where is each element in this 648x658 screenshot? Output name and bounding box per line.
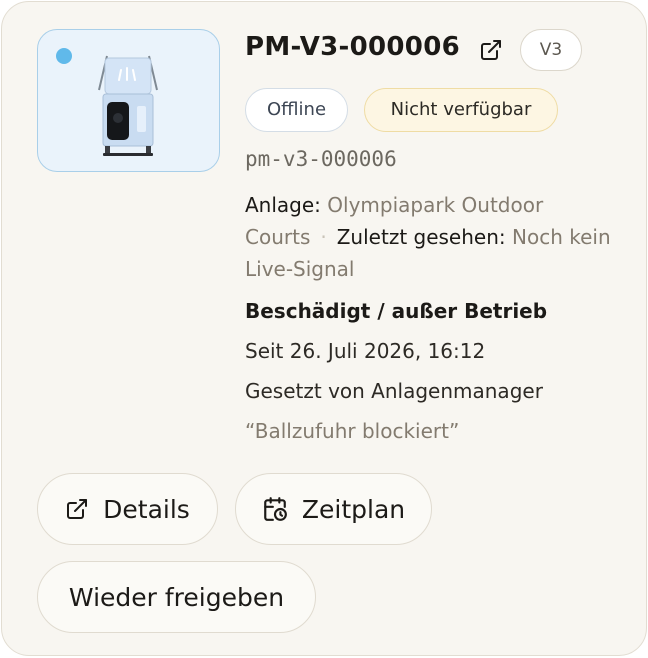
version-chip: V3 [520, 29, 582, 71]
device-thumbnail [37, 29, 220, 172]
details-button[interactable]: Details [37, 473, 218, 545]
device-id-title: PM-V3-000006 [245, 32, 460, 62]
schedule-button[interactable]: Zeitplan [235, 473, 432, 545]
availability-badge: Nicht verfügbar [364, 88, 558, 132]
last-seen-label: Zuletzt gesehen: [336, 225, 506, 249]
device-slug: pm-v3-000006 [245, 147, 397, 171]
status-note: “Ballzufuhr blockiert” [245, 419, 460, 443]
release-button-label: Wieder freigeben [68, 582, 285, 612]
connection-badge: Offline [245, 88, 348, 132]
calendar-clock-icon [264, 497, 287, 521]
ball-machine-image [98, 55, 158, 156]
status-dot [56, 48, 72, 64]
status-since: Seit 26. Juli 2026, 16:12 [245, 339, 486, 363]
details-button-label: Details [103, 494, 190, 524]
release-button[interactable]: Wieder freigeben [37, 561, 316, 633]
status-set-by: Gesetzt von Anlagenmanager [245, 379, 543, 403]
status-title: Beschädigt / außer Betrieb [245, 299, 548, 323]
device-meta: Anlage: Olympiapark Outdoor Courts · Zulet… [245, 189, 620, 285]
facility-label: Anlage: [245, 193, 321, 217]
meta-separator: · [320, 225, 327, 249]
device-card: PM-V3-000006 V3 Offline Nicht verfügbar … [1, 1, 647, 656]
external-link-icon[interactable] [479, 38, 503, 62]
schedule-button-label: Zeitplan [301, 494, 406, 524]
external-link-icon [67, 499, 88, 519]
